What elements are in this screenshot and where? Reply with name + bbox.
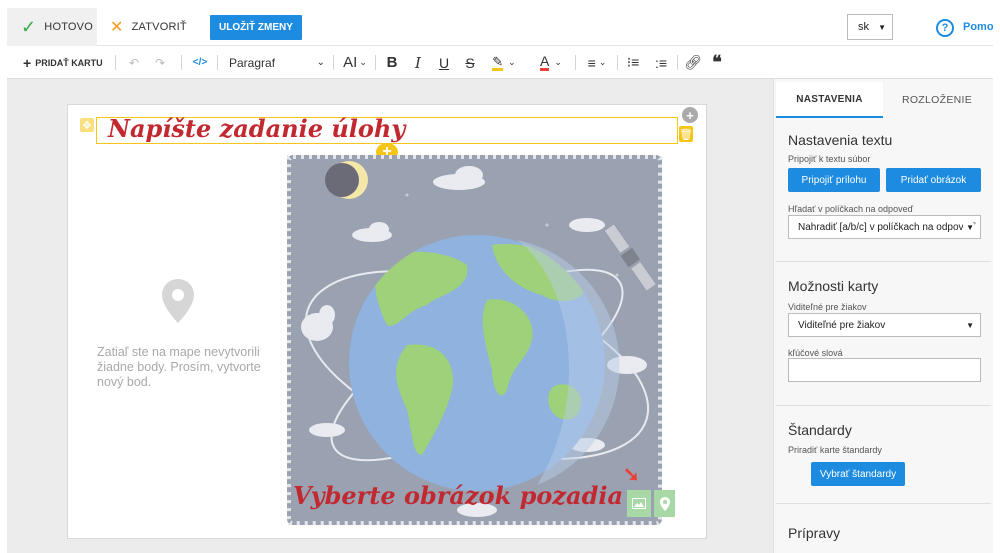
map-pin-icon — [659, 496, 670, 511]
add-image-button[interactable]: Pridať obrázok — [886, 168, 981, 192]
paragraph-label: Paragraf — [229, 55, 276, 70]
help-icon[interactable]: ? — [936, 19, 954, 37]
visibility-label: Viditeľné pre žiakov — [788, 302, 867, 312]
add-pin-button[interactable] — [654, 490, 675, 517]
close-button[interactable]: ✕ ZATVORIŤ — [110, 8, 187, 46]
section-divider — [776, 405, 991, 406]
chevron-down-icon: ⌄ — [598, 57, 607, 67]
bold-icon[interactable]: B — [384, 46, 400, 79]
add-card-label: PRIDAŤ KARTU — [35, 57, 103, 68]
replace-select-value: Nahradiť [a/b/c] v políčkach na odpoveď — [798, 221, 976, 233]
text-color-icon: A — [540, 52, 550, 71]
undo-icon[interactable]: ↶ — [127, 46, 141, 79]
toolbar-divider — [217, 55, 218, 70]
close-icon: ✕ — [110, 19, 124, 36]
font-size-button[interactable]: AI ⌄ — [340, 46, 370, 79]
top-bar: ✓ HOTOVO ✕ ZATVORIŤ ULOŽIŤ ZMENY sk ▼ ? … — [7, 8, 993, 46]
add-element-icon[interactable]: + — [682, 107, 698, 123]
empty-map-message: Zatiaľ ste na mape nevytvorili žiadne bo… — [97, 345, 261, 389]
visibility-select[interactable]: Viditeľné pre žiakov ▼ — [788, 313, 981, 337]
drag-handle-icon[interactable]: ✥ — [80, 118, 94, 132]
keywords-input[interactable] — [788, 358, 981, 382]
toolbar-divider — [677, 55, 678, 70]
toolbar-divider — [181, 55, 182, 70]
background-caption: Vyberte obrázok pozadia — [293, 481, 624, 510]
toolbar-divider — [617, 55, 618, 70]
help-link[interactable]: Pomoc — [963, 21, 993, 33]
link-icon[interactable]: 🔗︎ — [684, 46, 702, 79]
done-label: HOTOVO — [44, 21, 93, 33]
trash-icon[interactable]: 🗑︎ — [679, 126, 693, 142]
toolbar-divider — [333, 55, 334, 70]
caret-down-icon: ▼ — [966, 320, 974, 330]
preparations-title: Prípravy — [788, 525, 841, 541]
language-value: sk — [858, 21, 869, 33]
text-color-button[interactable]: A ⌄ — [534, 46, 568, 79]
highlighter-icon: ✎ — [492, 53, 504, 71]
assign-standards-label: Priradiť karte štandardy — [788, 445, 882, 455]
paragraph-select[interactable]: Paragraf ⌄ — [229, 46, 325, 79]
card-options-title: Možnosti karty — [788, 278, 879, 294]
search-answers-label: Hľadať v políčkach na odpoveď — [788, 204, 914, 214]
earth-background-image[interactable] — [287, 155, 662, 525]
formatting-toolbar: + PRIDAŤ KARTU ↶ ↷ </> Paragraf ⌄ AI ⌄ B … — [7, 46, 993, 79]
align-icon: ≡ — [587, 54, 596, 71]
chevron-down-icon: ⌄ — [316, 57, 325, 68]
chevron-down-icon: ⌄ — [359, 57, 367, 67]
text-settings-title: Nastavenia textu — [788, 132, 893, 148]
done-button[interactable]: ✓ HOTOVO — [7, 8, 97, 46]
image-button[interactable] — [627, 490, 651, 517]
visibility-value: Viditeľné pre žiakov — [798, 319, 886, 331]
section-divider — [776, 503, 991, 504]
select-standards-button[interactable]: Vybrať štandardy — [811, 462, 905, 486]
task-title-text: Napíšte zadanie úlohy — [108, 114, 406, 143]
strikethrough-icon[interactable]: S — [462, 46, 478, 79]
replace-select[interactable]: Nahradiť [a/b/c] v políčkach na odpoveď … — [788, 215, 981, 239]
plus-icon: + — [23, 54, 32, 71]
tab-settings[interactable]: NASTAVENIA — [776, 82, 883, 118]
image-icon — [632, 498, 646, 509]
caret-down-icon: ▼ — [878, 22, 886, 32]
align-button[interactable]: ≡ ⌄ — [582, 46, 612, 79]
highlight-color-button[interactable]: ✎ ⌄ — [487, 46, 521, 79]
font-size-label: AI — [343, 54, 358, 71]
section-divider — [776, 261, 991, 262]
toolbar-divider — [375, 55, 376, 70]
quote-icon[interactable]: ❝ — [708, 46, 726, 79]
save-button[interactable]: ULOŽIŤ ZMENY — [210, 15, 302, 40]
bullet-list-icon[interactable]: :≡ — [652, 46, 670, 79]
language-select[interactable]: sk ▼ — [847, 14, 893, 40]
chevron-down-icon: ⌄ — [508, 57, 516, 67]
toolbar-divider — [115, 55, 116, 70]
attach-file-label: Pripojiť k textu súbor — [788, 154, 871, 164]
map-pin-icon — [162, 279, 194, 323]
caret-down-icon: ▼ — [963, 222, 974, 232]
underline-icon[interactable]: U — [436, 46, 452, 79]
attach-button[interactable]: Pripojiť prílohu — [788, 168, 880, 192]
add-card-button[interactable]: + PRIDAŤ KARTU — [23, 46, 103, 79]
keywords-label: kľúčové slová — [788, 348, 843, 358]
redo-icon[interactable]: ↷ — [153, 46, 167, 79]
italic-icon[interactable]: I — [411, 46, 425, 79]
code-icon[interactable]: </> — [190, 46, 210, 79]
standards-title: Štandardy — [788, 422, 852, 438]
tab-layout[interactable]: ROZLOŽENIE — [883, 82, 991, 118]
ordered-list-icon[interactable]: ⁝≡ — [624, 46, 642, 79]
close-label: ZATVORIŤ — [131, 21, 187, 33]
toolbar-divider — [575, 55, 576, 70]
check-icon: ✓ — [21, 16, 37, 37]
chevron-down-icon: ⌄ — [554, 57, 562, 67]
arrow-down-icon: ➘ — [623, 464, 640, 486]
